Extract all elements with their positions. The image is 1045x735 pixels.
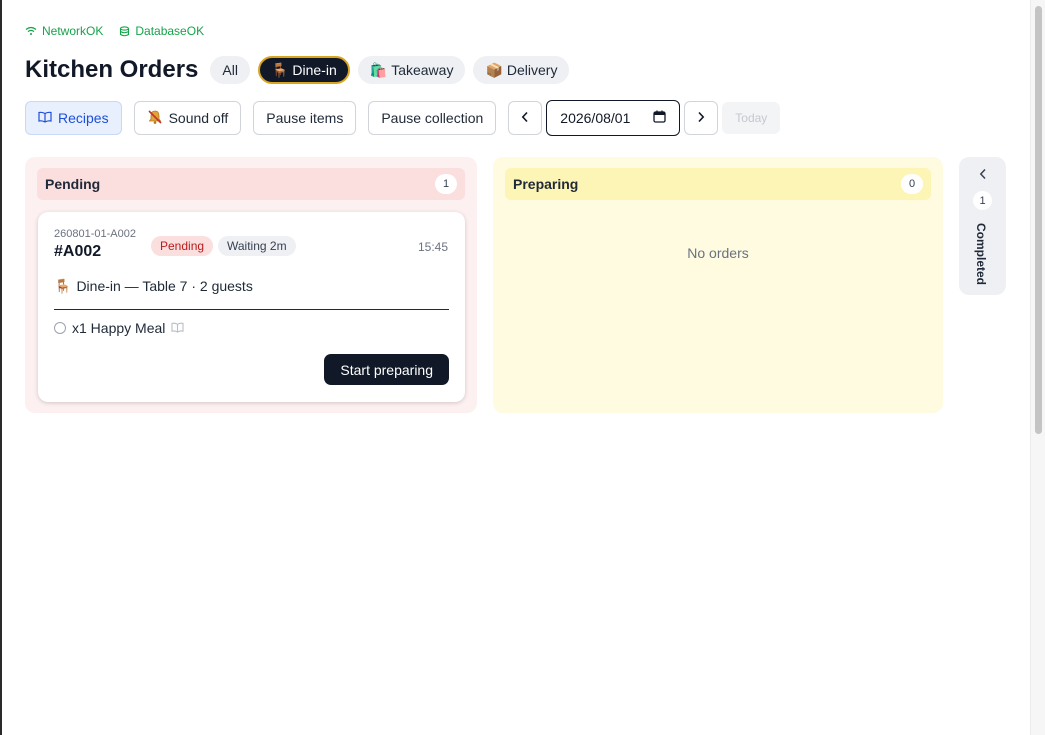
- item-checkbox[interactable]: [54, 322, 66, 334]
- wifi-icon: [25, 26, 37, 36]
- chair-icon: 🪑: [54, 278, 72, 294]
- preparing-column-header: Preparing 0: [505, 168, 931, 200]
- card-divider: [54, 309, 449, 310]
- previous-day-button[interactable]: [508, 101, 543, 135]
- order-meta: 🪑 Dine-in — Table 7 · 2 guests: [54, 278, 253, 294]
- database-icon: [119, 25, 130, 37]
- pending-column-header: Pending 1: [37, 168, 465, 200]
- filter-all[interactable]: All: [210, 56, 250, 84]
- page-title: Kitchen Orders: [25, 56, 199, 83]
- completed-count-badge: 1: [973, 191, 992, 210]
- expand-chevron: [959, 167, 1006, 185]
- network-status: NetworkOK: [25, 24, 103, 38]
- sound-off-button[interactable]: Sound off: [133, 101, 242, 135]
- order-item: x1 Happy Meal: [54, 320, 184, 336]
- chevron-right-icon: [697, 110, 705, 126]
- filter-takeaway[interactable]: 🛍️ Takeaway: [357, 56, 466, 84]
- chair-icon: 🪑: [270, 62, 289, 78]
- order-time: 15:45: [417, 240, 448, 254]
- chevron-left-icon: [521, 110, 529, 126]
- pending-column-title: Pending: [45, 176, 101, 192]
- pause-collection-button[interactable]: Pause collection: [368, 101, 497, 135]
- today-button[interactable]: Today: [722, 102, 781, 134]
- pending-count-badge: 1: [435, 174, 457, 194]
- kitchen-orders-page: NetworkOK DatabaseOK Kitchen Orders All …: [2, 0, 1030, 735]
- order-meta-text: Dine-in — Table 7 · 2 guests: [76, 278, 253, 294]
- filter-delivery[interactable]: 📦 Delivery: [473, 56, 570, 84]
- next-day-button[interactable]: [684, 101, 719, 135]
- recipes-button[interactable]: Recipes: [25, 101, 122, 135]
- date-input[interactable]: 2026/08/01: [546, 100, 681, 136]
- order-number: #A002: [54, 243, 102, 260]
- toolbar: Recipes Sound off Pause items Pause coll…: [25, 100, 781, 136]
- pending-column: Pending 1 260801-01-A002 #A002 Pending W…: [25, 157, 477, 413]
- date-value: 2026/08/01: [560, 110, 631, 126]
- order-item-text: x1 Happy Meal: [72, 320, 166, 336]
- status-badge: Pending: [151, 236, 214, 256]
- book-icon: [38, 110, 52, 126]
- filter-takeaway-label: Takeaway: [391, 62, 454, 78]
- filter-dine-in[interactable]: 🪑 Dine-in: [257, 56, 350, 84]
- database-status: DatabaseOK: [119, 24, 204, 38]
- preparing-column: Preparing 0 No orders: [493, 157, 943, 413]
- preparing-column-title: Preparing: [513, 176, 579, 192]
- bell-off-icon: [147, 109, 163, 128]
- chevron-left-icon: [979, 167, 987, 185]
- sound-off-label: Sound off: [168, 110, 229, 126]
- completed-column-collapsed[interactable]: 1 Completed: [959, 157, 1006, 295]
- network-status-label: NetworkOK: [42, 24, 104, 38]
- completed-column-title: Completed: [974, 223, 988, 286]
- database-status-label: DatabaseOK: [135, 24, 205, 38]
- vertical-scrollbar[interactable]: [1030, 0, 1045, 735]
- filter-delivery-label: Delivery: [506, 62, 558, 78]
- filter-all-label: All: [222, 62, 238, 78]
- scrollbar-thumb[interactable]: [1035, 6, 1042, 434]
- header: Kitchen Orders All 🪑 Dine-in 🛍️ Takeaway…: [25, 56, 570, 84]
- start-preparing-button[interactable]: Start preparing: [324, 354, 449, 385]
- calendar-icon[interactable]: [653, 110, 666, 126]
- order-card[interactable]: 260801-01-A002 #A002 Pending Waiting 2m …: [38, 212, 465, 402]
- package-icon: 📦: [485, 62, 503, 78]
- waiting-badge: Waiting 2m: [218, 236, 296, 256]
- status-bar: NetworkOK DatabaseOK: [25, 24, 204, 38]
- preparing-count-badge: 0: [901, 174, 923, 194]
- pause-items-button[interactable]: Pause items: [253, 101, 357, 135]
- recipe-book-icon[interactable]: [171, 320, 184, 336]
- shopping-bags-icon: 🛍️: [369, 62, 388, 78]
- recipes-button-label: Recipes: [58, 110, 109, 126]
- order-code: 260801-01-A002: [54, 228, 136, 240]
- empty-state: No orders: [687, 245, 749, 261]
- filter-dine-in-label: Dine-in: [292, 62, 337, 78]
